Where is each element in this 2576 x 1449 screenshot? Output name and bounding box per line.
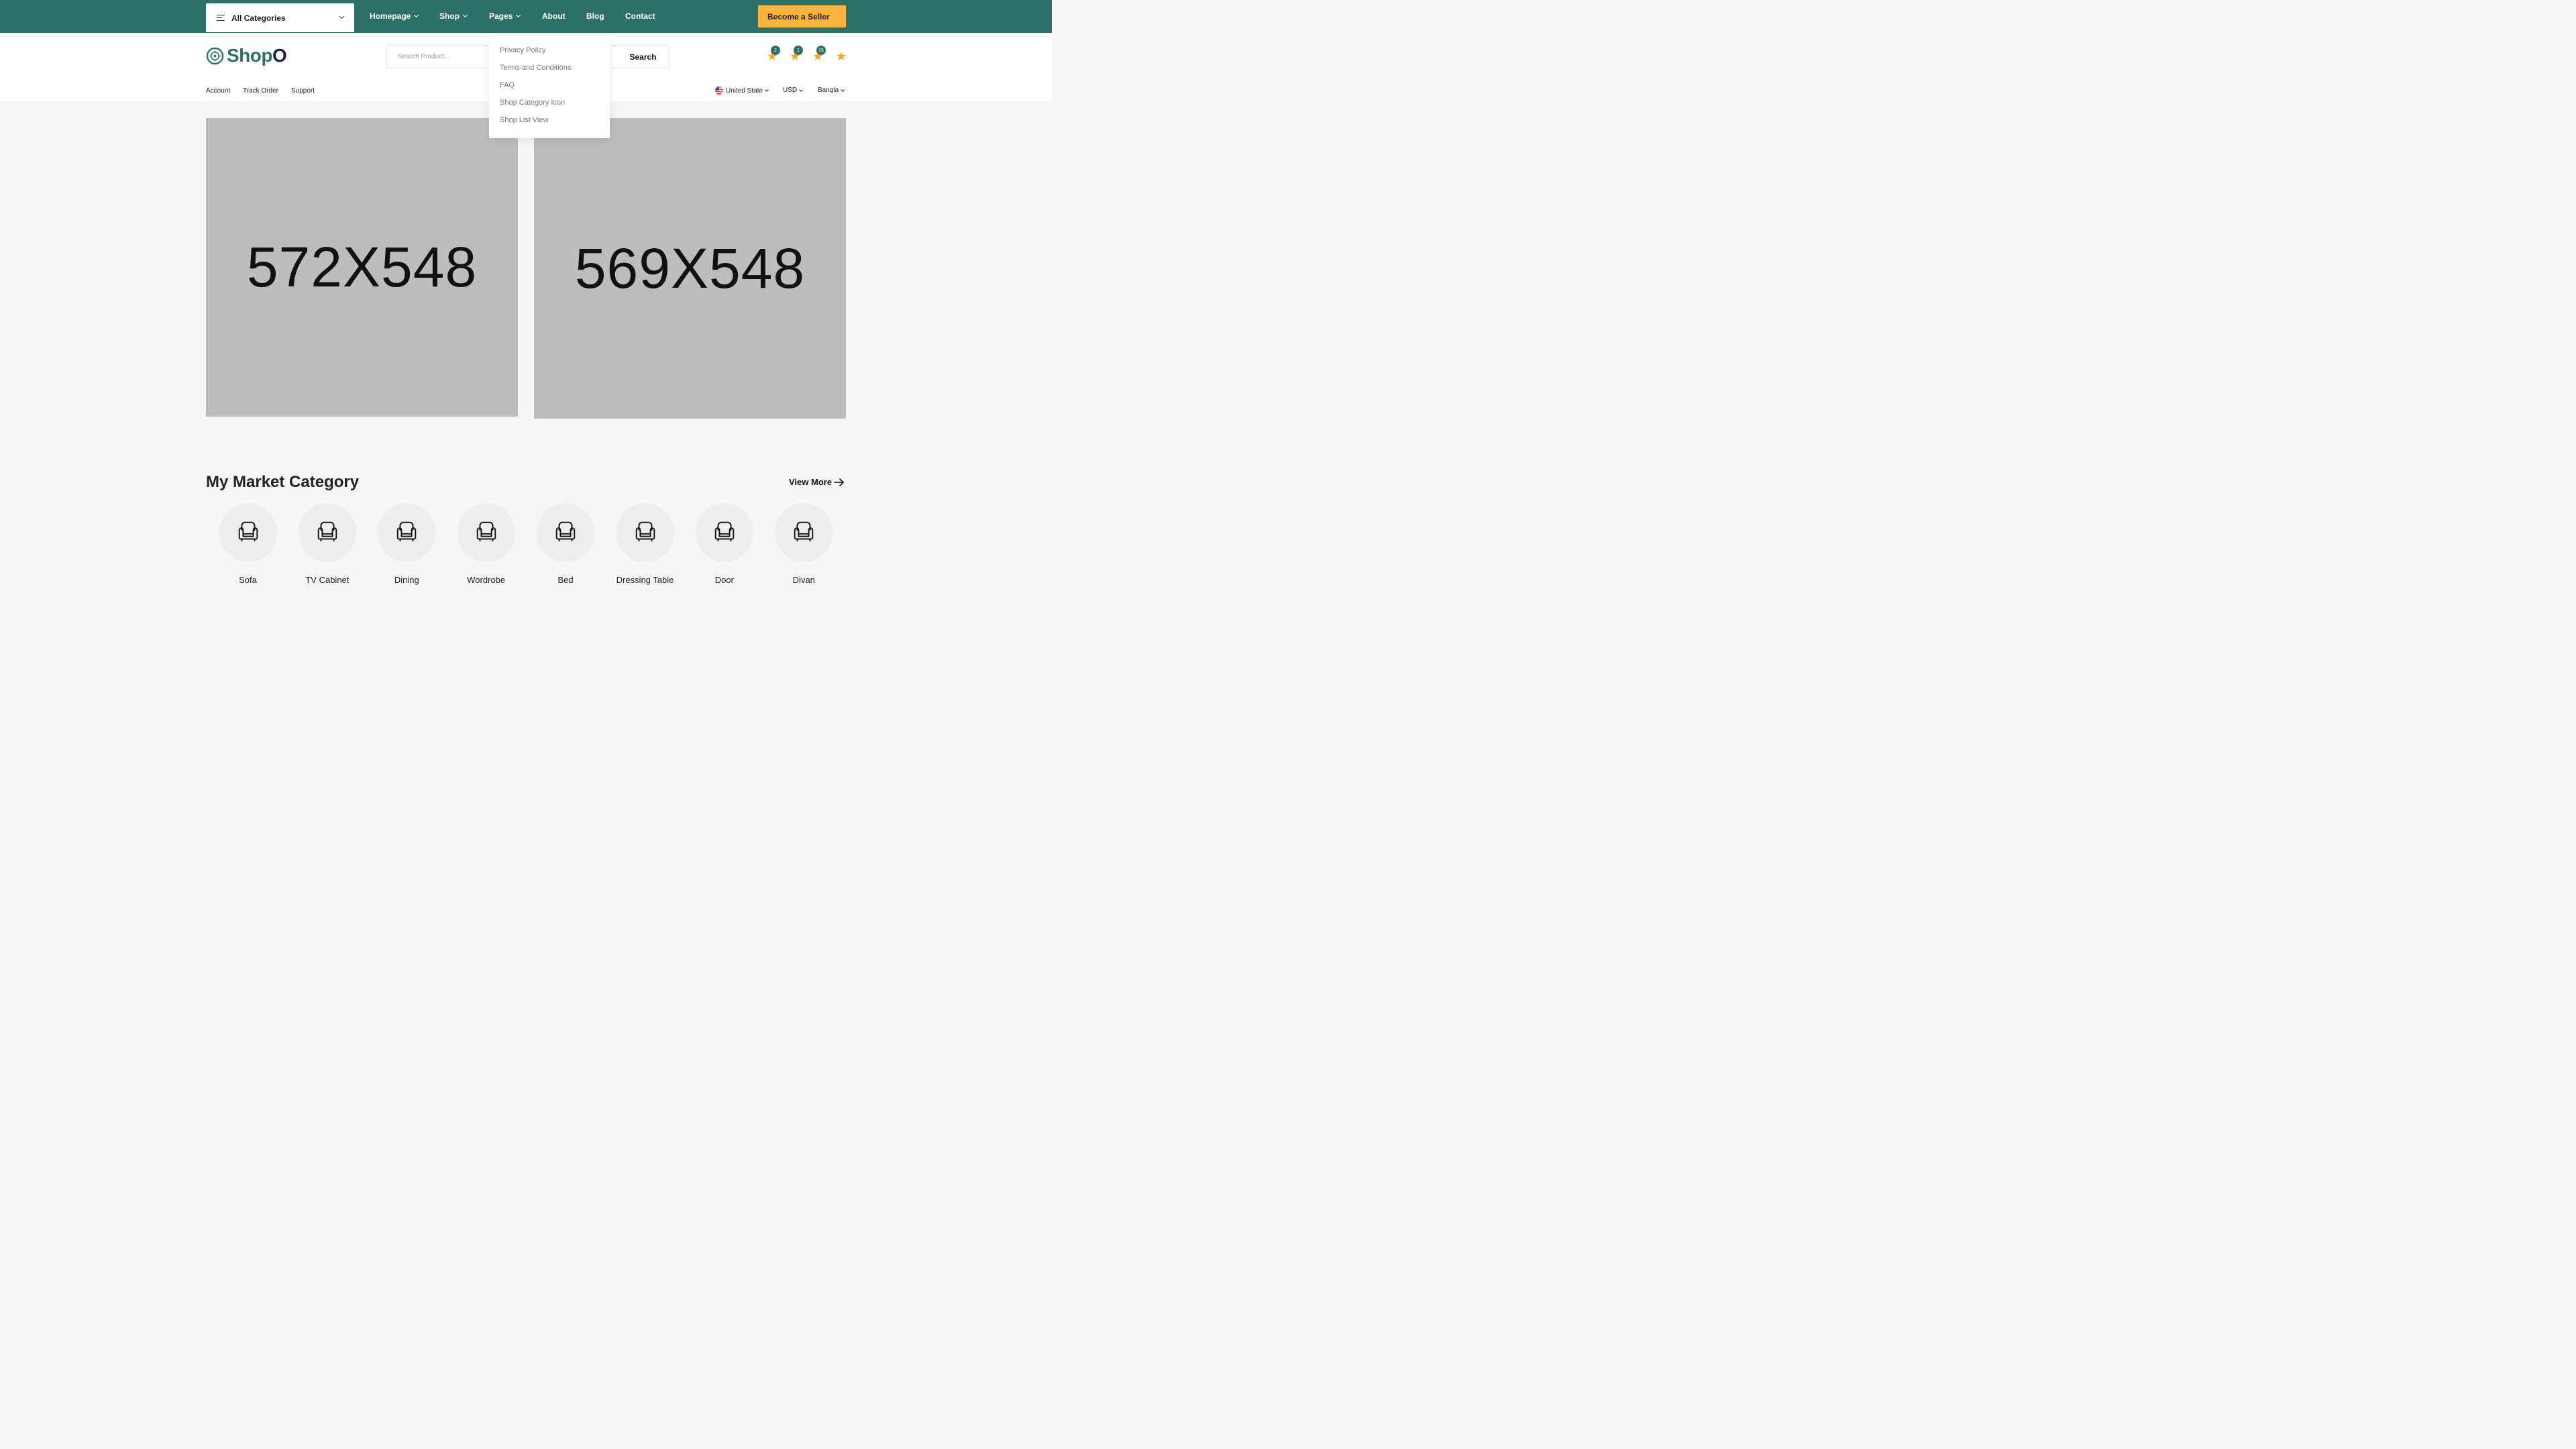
- dropdown-item-shop-category-icon[interactable]: Shop Category Icon: [489, 99, 610, 116]
- dropdown-item-terms[interactable]: Terms and Conditions: [489, 64, 610, 81]
- banner-left[interactable]: 572X548: [206, 118, 518, 417]
- armchair-icon: [633, 519, 658, 547]
- become-seller-button[interactable]: Become a Seller: [758, 5, 846, 28]
- currency-label: USD: [783, 87, 798, 94]
- all-categories-dropdown[interactable]: All Categories: [206, 3, 354, 32]
- nav-pages-label: Pages: [489, 11, 513, 21]
- target-logo-icon: [206, 47, 224, 64]
- category-item[interactable]: Divan: [767, 503, 841, 585]
- view-more-link[interactable]: View More: [789, 477, 845, 487]
- category-item[interactable]: Bed: [529, 503, 602, 585]
- logo-text-main: Shop: [227, 45, 273, 66]
- armchair-icon: [394, 519, 419, 547]
- banner-right[interactable]: 569X548: [534, 118, 846, 419]
- count-badge: 2: [771, 46, 780, 55]
- armchair-icon: [712, 519, 737, 547]
- category-icon-circle: [775, 503, 833, 562]
- banner-right-label: 569X548: [574, 236, 806, 300]
- dropdown-item-privacy-policy[interactable]: Privacy Policy: [489, 46, 610, 64]
- header-star-button-3[interactable]: ★ 15: [811, 46, 826, 63]
- category-name: Bed: [557, 575, 574, 585]
- chevron-down-icon: [765, 88, 769, 92]
- top-navigation-bar: All Categories Homepage Shop Pages About…: [0, 0, 1052, 33]
- nav-contact-label: Contact: [625, 11, 655, 21]
- currency-selector[interactable]: USD: [783, 87, 803, 94]
- nav-homepage[interactable]: Homepage: [370, 11, 419, 21]
- support-link[interactable]: Support: [291, 87, 315, 95]
- category-name: Dining: [394, 575, 419, 585]
- category-name: Sofa: [239, 575, 257, 585]
- nav-blog[interactable]: Blog: [586, 11, 604, 21]
- armchair-icon: [474, 519, 499, 547]
- nav-shop-label: Shop: [439, 11, 460, 21]
- nav-blog-label: Blog: [586, 11, 604, 21]
- nav-shop[interactable]: Shop: [439, 11, 468, 21]
- header-star-button-2[interactable]: ★ 1: [788, 46, 803, 63]
- category-icon-circle: [695, 503, 753, 562]
- language-selector[interactable]: Bangla: [818, 87, 845, 94]
- armchair-icon: [315, 519, 340, 547]
- category-item[interactable]: Sofa: [211, 503, 285, 585]
- all-categories-label: All Categories: [231, 13, 286, 23]
- category-item[interactable]: Wordrobe: [449, 503, 523, 585]
- header-star-button-1[interactable]: ★ 2: [765, 46, 780, 63]
- nav-pages[interactable]: Pages: [489, 11, 521, 21]
- category-icon-circle: [457, 503, 515, 562]
- armchair-icon: [791, 519, 816, 547]
- nav-about[interactable]: About: [542, 11, 566, 21]
- category-item[interactable]: Dining: [370, 503, 443, 585]
- nav-about-label: About: [542, 11, 566, 21]
- country-selector[interactable]: United State: [715, 87, 769, 95]
- logo-text: ShopO: [227, 45, 287, 66]
- category-name: Door: [714, 575, 734, 585]
- category-item[interactable]: TV Cabinet: [290, 503, 364, 585]
- banner-left-label: 572X548: [246, 235, 478, 299]
- header-star-button-4[interactable]: ★: [835, 50, 848, 63]
- chevron-down-icon: [799, 87, 803, 92]
- category-icon-circle: [616, 503, 674, 562]
- language-label: Bangla: [818, 87, 839, 94]
- category-name: Divan: [792, 575, 815, 585]
- nav-contact[interactable]: Contact: [625, 11, 655, 21]
- dropdown-item-faq[interactable]: FAQ: [489, 81, 610, 99]
- category-name: TV Cabinet: [305, 575, 350, 585]
- category-icon-circle: [537, 503, 595, 562]
- pages-dropdown-menu: Privacy Policy Terms and Conditions FAQ …: [489, 36, 610, 138]
- category-name: Dressing Table: [616, 575, 674, 585]
- chevron-down-icon: [462, 12, 468, 17]
- count-badge: 1: [794, 46, 803, 55]
- category-icon-circle: [219, 503, 277, 562]
- logo-text-end: O: [272, 45, 287, 66]
- view-more-label: View More: [789, 477, 833, 487]
- dropdown-item-shop-list-view[interactable]: Shop List View: [489, 116, 610, 133]
- chevron-down-icon: [841, 87, 845, 92]
- nav-homepage-label: Homepage: [370, 11, 411, 21]
- country-label: United State: [726, 87, 763, 95]
- star-icon: ★: [835, 50, 847, 63]
- account-link[interactable]: Account: [206, 87, 230, 95]
- logo[interactable]: ShopO: [206, 45, 287, 66]
- category-name: Wordrobe: [467, 575, 506, 585]
- chevron-down-icon: [516, 12, 521, 17]
- menu-lines-icon: [217, 15, 225, 21]
- arrow-right-icon: [834, 478, 844, 486]
- armchair-icon: [553, 519, 578, 547]
- category-icon-circle: [378, 503, 436, 562]
- category-icon-circle: [298, 503, 356, 562]
- us-flag-icon: [715, 87, 723, 95]
- search-button[interactable]: Search: [617, 46, 669, 68]
- chevron-down-icon: [414, 12, 419, 17]
- track-order-link[interactable]: Track Order: [243, 87, 278, 95]
- category-item[interactable]: Door: [688, 503, 761, 585]
- category-item[interactable]: Dressing Table: [608, 503, 682, 585]
- chevron-down-icon: [339, 13, 345, 19]
- count-badge: 15: [816, 46, 826, 55]
- section-title: My Market Category: [206, 473, 360, 491]
- armchair-icon: [235, 519, 261, 547]
